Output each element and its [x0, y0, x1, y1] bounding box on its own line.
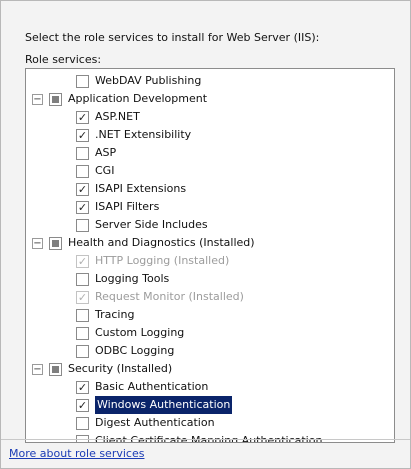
checkbox[interactable]: ✓ — [76, 128, 89, 142]
checkbox[interactable] — [76, 326, 89, 340]
more-about-role-services-link[interactable]: More about role services — [9, 447, 144, 460]
tree-item-label: ISAPI Extensions — [95, 182, 187, 195]
tree-group-row[interactable]: − Application Development — [32, 90, 207, 108]
tree-item-row[interactable]: ✓ ISAPI Filters — [76, 198, 159, 216]
checkbox[interactable] — [76, 146, 89, 160]
checkbox[interactable] — [76, 218, 89, 232]
checkbox[interactable] — [76, 74, 89, 88]
tree-item-row[interactable]: ASP — [76, 144, 116, 162]
tree-item-label: ODBC Logging — [95, 344, 175, 357]
tree-item-row[interactable]: CGI — [76, 162, 114, 180]
checkbox[interactable]: ✓ — [76, 398, 89, 412]
tree-item-row[interactable]: ✓ HTTP Logging (Installed) — [76, 252, 229, 270]
checkbox[interactable] — [76, 272, 89, 286]
tree-item-label: Client Certificate Mapping Authenticatio… — [95, 434, 323, 443]
role-services-tree[interactable]: WebDAV Publishing − Application Developmen… — [25, 68, 395, 443]
collapse-toggle-icon[interactable]: − — [32, 363, 43, 375]
tree-item-label: ASP — [95, 146, 117, 159]
checkbox[interactable] — [76, 344, 89, 358]
tree-item-label: Logging Tools — [95, 272, 170, 285]
checkbox[interactable]: ✓ — [76, 380, 89, 394]
divider — [1, 439, 410, 440]
checkbox[interactable]: ✓ — [76, 290, 89, 304]
dialog-panel: Select the role services to install for … — [0, 0, 411, 469]
tree-item-row[interactable]: ✓ .NET Extensibility — [76, 126, 191, 144]
tree-item-row[interactable]: Logging Tools — [76, 270, 169, 288]
tree-item-row[interactable]: Custom Logging — [76, 324, 184, 342]
tree-item-label: Basic Authentication — [95, 380, 209, 393]
role-services-label: Role services: — [25, 53, 102, 66]
tree-item-label: Custom Logging — [95, 326, 185, 339]
tree-item-label: HTTP Logging (Installed) — [95, 254, 230, 267]
collapse-toggle-icon[interactable]: − — [32, 237, 43, 249]
checkbox[interactable]: ✓ — [76, 254, 89, 268]
checkbox[interactable]: ✓ — [76, 110, 89, 124]
checkbox[interactable]: ✓ — [76, 182, 89, 196]
collapse-toggle-icon[interactable]: − — [32, 93, 43, 105]
tree-item-label: Digest Authentication — [95, 416, 215, 429]
tree-item-row[interactable]: ✓ ISAPI Extensions — [76, 180, 186, 198]
tree-item-row[interactable]: Client Certificate Mapping Authenticatio… — [76, 432, 323, 443]
tree-group-row[interactable]: − Health and Diagnostics (Installed) — [32, 234, 255, 252]
checkbox[interactable] — [76, 164, 89, 178]
checkbox[interactable]: ✓ — [76, 200, 89, 214]
tree-item-label: CGI — [95, 164, 115, 177]
tree-item-label: Health and Diagnostics (Installed) — [68, 236, 255, 249]
instruction-text: Select the role services to install for … — [25, 31, 320, 44]
tree-item-row[interactable]: ✓ Windows Authentication — [76, 396, 233, 414]
checkbox[interactable] — [76, 416, 89, 430]
tree-item-label: Server Side Includes — [95, 218, 208, 231]
tree-item-label: Tracing — [95, 308, 135, 321]
tree-item-row[interactable]: ✓ ASP.NET — [76, 108, 140, 126]
checkbox[interactable] — [76, 308, 89, 322]
tree-item-row[interactable]: Digest Authentication — [76, 414, 215, 432]
tree-item-label: ISAPI Filters — [95, 200, 160, 213]
tree-item-label: Application Development — [68, 92, 208, 105]
checkbox[interactable] — [49, 362, 62, 376]
tree-item-row[interactable]: ✓ Basic Authentication — [76, 378, 208, 396]
tree-item-row[interactable]: ✓ Request Monitor (Installed) — [76, 288, 244, 306]
tree-item-row[interactable]: WebDAV Publishing — [76, 72, 201, 90]
tree-item-label: Request Monitor (Installed) — [95, 290, 244, 303]
tree-item-row[interactable]: ODBC Logging — [76, 342, 174, 360]
tree-item-row[interactable]: Server Side Includes — [76, 216, 208, 234]
tree-item-row[interactable]: Tracing — [76, 306, 134, 324]
tree-item-label: Security (Installed) — [68, 362, 173, 375]
checkbox[interactable] — [49, 92, 62, 106]
tree-item-label: .NET Extensibility — [95, 128, 192, 141]
tree-item-label: ASP.NET — [95, 110, 140, 123]
tree-group-row[interactable]: − Security (Installed) — [32, 360, 172, 378]
tree-item-label: Windows Authentication — [95, 396, 233, 414]
tree-item-label: WebDAV Publishing — [95, 74, 202, 87]
checkbox[interactable] — [49, 236, 62, 250]
